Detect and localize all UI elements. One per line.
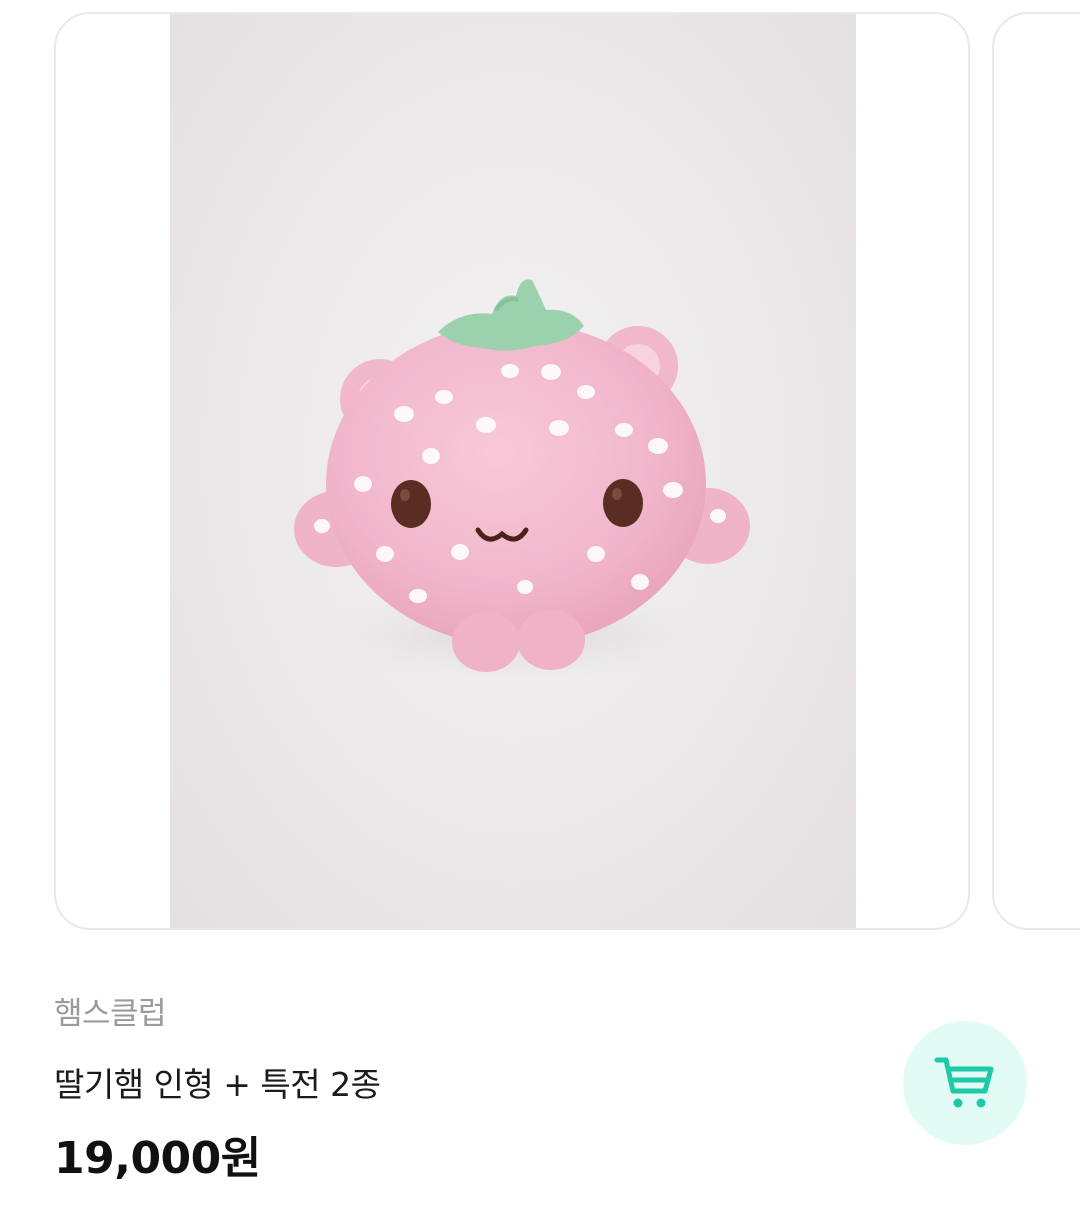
next-product-card[interactable]	[992, 12, 1080, 930]
product-detail-page: 햄스클럽 딸기햄 인형 + 특전 2종 19,000원	[0, 0, 1080, 1220]
strawberry-hamster-plush-image	[294, 279, 750, 684]
image-carousel[interactable]	[0, 0, 1080, 940]
product-image-card[interactable]	[54, 12, 970, 930]
product-title[interactable]: 딸기햄 인형 + 특전 2종	[54, 1058, 381, 1106]
add-to-cart-button[interactable]	[903, 1021, 1027, 1145]
cart-icon	[934, 1057, 994, 1108]
product-photo	[170, 14, 856, 928]
product-price: 19,000원	[54, 1133, 261, 1184]
shop-name[interactable]: 햄스클럽	[54, 988, 167, 1033]
